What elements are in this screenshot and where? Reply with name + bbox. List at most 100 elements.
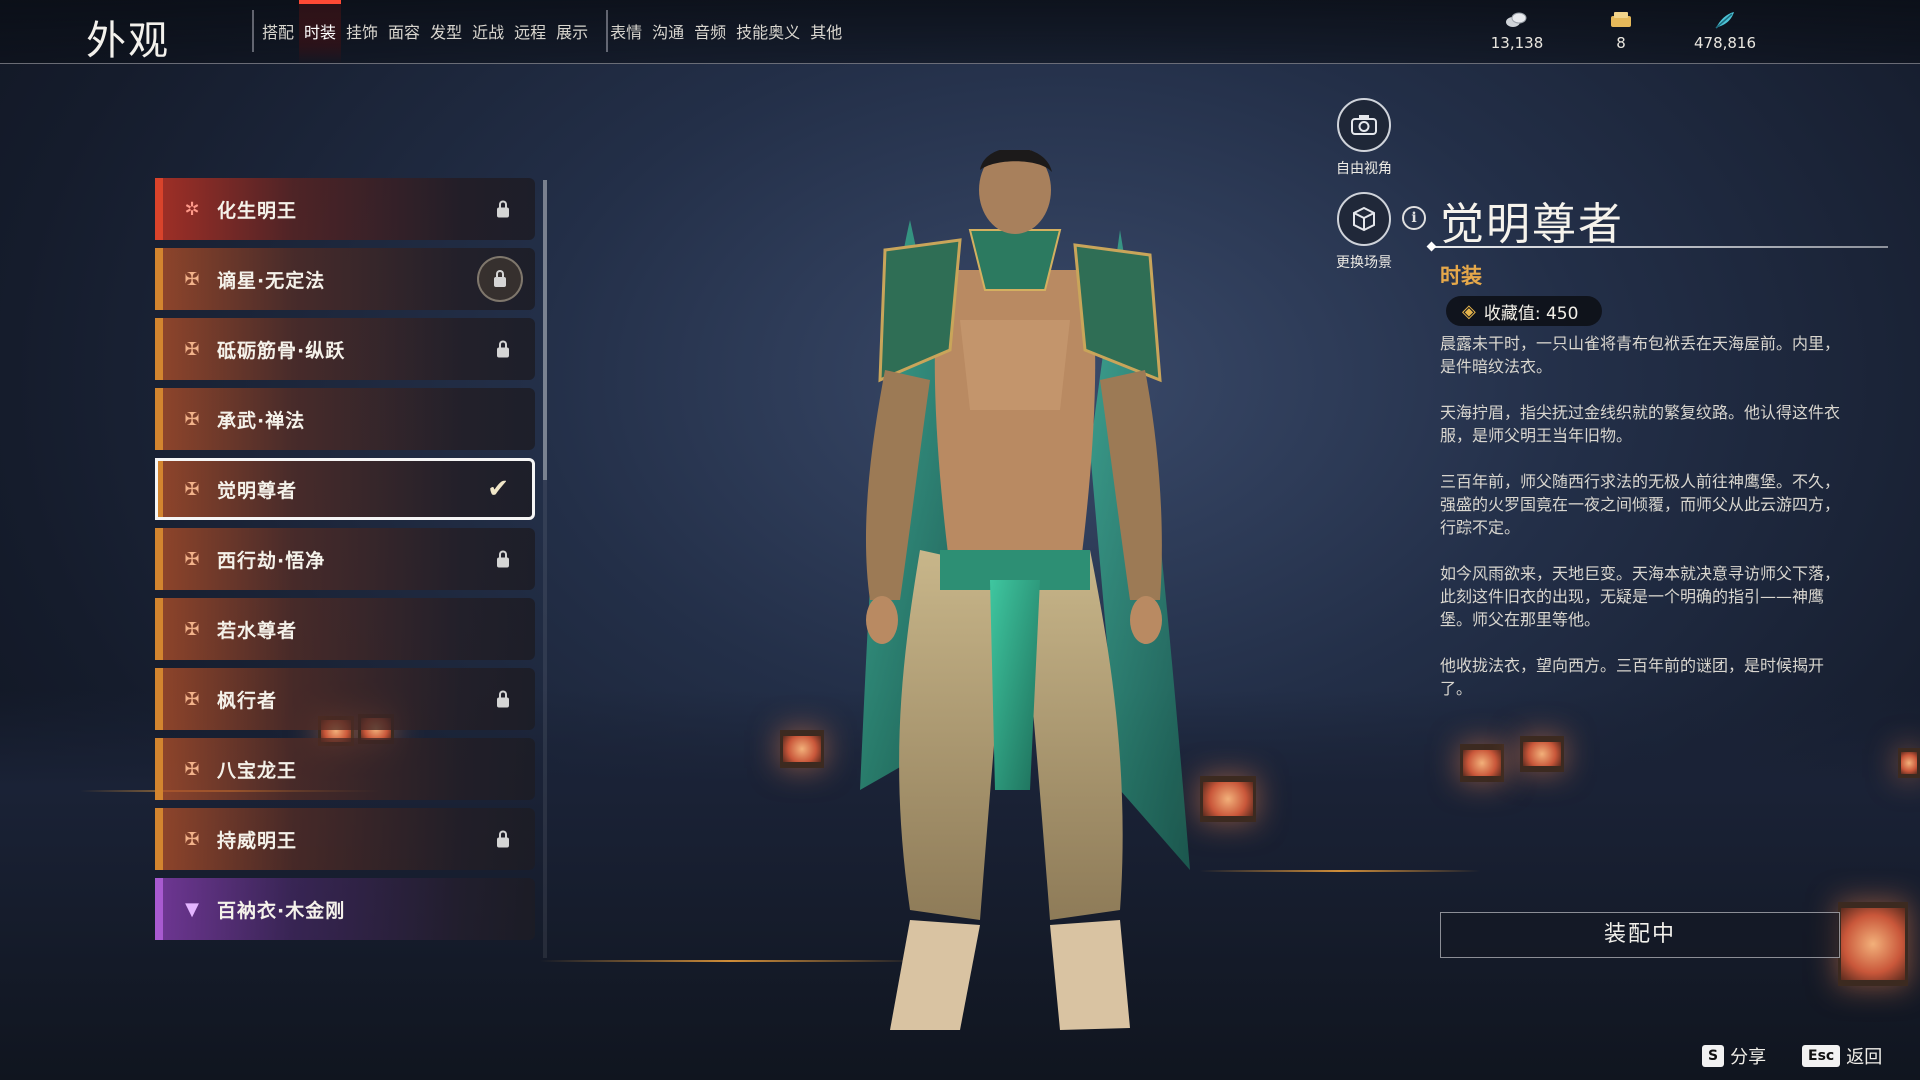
outfit-name: 承武·禅法 <box>217 409 306 432</box>
share-button[interactable]: S 分享 <box>1702 1043 1766 1069</box>
rarity-icon: ▼ <box>185 898 199 920</box>
change-scene-button[interactable]: 更换场景 <box>1314 192 1414 272</box>
lock-icon <box>497 829 509 850</box>
outfit-description: 晨露未干时，一只山雀将青布包袱丢在天海屋前。内里，是件暗纹法衣。 天海拧眉，指尖… <box>1440 332 1840 723</box>
tab-melee[interactable]: 近战 <box>467 0 509 64</box>
currency-coins: 13,138 <box>1482 10 1552 52</box>
lock-icon <box>497 689 509 710</box>
coin-stack-icon <box>1482 10 1552 32</box>
outfit-type: 时装 <box>1440 264 1482 288</box>
rarity-icon: ✠ <box>184 618 200 640</box>
rarity-icon: ✠ <box>184 268 200 290</box>
currency-tickets: 8 <box>1586 10 1656 52</box>
outfit-name: 持威明王 <box>217 829 298 852</box>
rarity-icon: ✠ <box>184 548 200 570</box>
collection-value: 收藏值: 450 <box>1483 303 1579 324</box>
rarity-icon: ✠ <box>184 338 200 360</box>
description-paragraph: 三百年前，师父随西行求法的无极人前往神鹰堡。不久，强盛的火罗国竟在一夜之间倾覆，… <box>1440 472 1841 537</box>
tab-emotes[interactable]: 表情 <box>605 0 647 64</box>
tab-divider <box>252 10 254 52</box>
category-tabs: 搭配 时装 挂饰 面容 发型 近战 远程 展示 表情 沟通 音频 技能奥义 其他 <box>257 0 847 64</box>
page-title: 外观 <box>86 18 170 64</box>
tab-communication[interactable]: 沟通 <box>647 0 689 64</box>
title-divider-dot <box>1426 241 1437 252</box>
description-paragraph: 他收拢法衣，望向西方。三百年前的谜团，是时候揭开了。 <box>1440 656 1825 698</box>
outfit-item[interactable]: ✠ 枫行者 <box>155 668 535 730</box>
ground-glow <box>1200 870 1480 872</box>
change-scene-label: 更换场景 <box>1336 255 1392 271</box>
equip-button[interactable]: 装配中 <box>1440 912 1840 958</box>
outfit-item[interactable]: ▼ 百衲衣·木金刚 <box>155 878 535 940</box>
lock-icon <box>497 199 509 220</box>
outfit-item[interactable]: ✠ 谪星·无定法 <box>155 248 535 310</box>
lantern <box>1898 748 1920 778</box>
ticket-icon <box>1586 10 1656 32</box>
camera-icon <box>1337 98 1391 152</box>
lock-icon <box>477 256 523 302</box>
collection-icon: ◈ <box>1462 300 1476 322</box>
check-icon: ✔ <box>487 474 509 504</box>
rarity-icon: ✠ <box>184 758 200 780</box>
lantern <box>1460 744 1504 782</box>
outfit-item[interactable]: ✠ 砥砺筋骨·纵跃 <box>155 318 535 380</box>
tab-divider <box>606 10 608 52</box>
outfit-name: 百衲衣·木金刚 <box>217 899 346 922</box>
currency-value: 13,138 <box>1490 34 1544 52</box>
lock-icon <box>497 339 509 360</box>
description-paragraph: 晨露未干时，一只山雀将青布包袱丢在天海屋前。内里，是件暗纹法衣。 <box>1440 334 1841 376</box>
outfit-item[interactable]: ✠ 持威明王 <box>155 808 535 870</box>
share-key-hint: S <box>1702 1045 1725 1067</box>
outfit-item[interactable]: ✠ 若水尊者 <box>155 598 535 660</box>
outfit-item[interactable]: ✠ 西行劫·悟净 <box>155 528 535 590</box>
back-key-hint: Esc <box>1802 1045 1841 1067</box>
outfit-item[interactable]: ✲ 化生明王 <box>155 178 535 240</box>
cube-icon <box>1337 192 1391 246</box>
feather-icon <box>1690 10 1760 32</box>
tab-accessories[interactable]: 挂饰 <box>341 0 383 64</box>
description-paragraph: 天海拧眉，指尖抚过金线织就的繁复纹路。他认得这件衣服，是师父明王当年旧物。 <box>1440 403 1841 445</box>
rarity-icon: ✠ <box>184 478 200 500</box>
tab-display[interactable]: 展示 <box>551 0 593 64</box>
tab-ranged[interactable]: 远程 <box>509 0 551 64</box>
outfit-name: 枫行者 <box>217 689 278 712</box>
description-paragraph: 如今风雨欲来，天地巨变。天海本就决意寻访师父下落，此刻这件旧衣的出现，无疑是一个… <box>1440 564 1841 629</box>
list-scrollbar[interactable] <box>543 180 547 480</box>
tab-hairstyle[interactable]: 发型 <box>425 0 467 64</box>
rarity-icon: ✠ <box>184 828 200 850</box>
title-divider <box>1432 246 1888 248</box>
outfit-name: 觉明尊者 <box>217 479 298 502</box>
currency-feathers: 478,816 <box>1690 10 1760 52</box>
collection-value-badge: ◈ 收藏值: 450 <box>1446 296 1603 326</box>
currency-bar: 13,138 8 478,816 <box>1482 10 1760 52</box>
tab-skill-ultimate[interactable]: 技能奥义 <box>731 0 805 64</box>
tab-outfit-sets[interactable]: 搭配 <box>257 0 299 64</box>
tab-face[interactable]: 面容 <box>383 0 425 64</box>
free-camera-label: 自由视角 <box>1336 161 1392 177</box>
rarity-icon: ✠ <box>184 688 200 710</box>
outfit-name: 八宝龙王 <box>217 759 298 782</box>
lantern <box>1520 736 1564 772</box>
outfit-name: 若水尊者 <box>217 619 298 642</box>
tab-other[interactable]: 其他 <box>805 0 847 64</box>
tab-audio[interactable]: 音频 <box>689 0 731 64</box>
outfit-title: 觉明尊者 <box>1440 199 1624 250</box>
currency-value: 478,816 <box>1693 34 1757 52</box>
outfit-list: ✲ 化生明王 ✠ 谪星·无定法 ✠ 砥砺筋骨·纵跃 ✠ 承武·禅法 ✠ 觉明尊者… <box>155 178 535 958</box>
back-button[interactable]: Esc 返回 <box>1802 1043 1882 1069</box>
outfit-item[interactable]: ✠ 承武·禅法 <box>155 388 535 450</box>
free-camera-button[interactable]: 自由视角 <box>1314 98 1414 178</box>
tab-fashion[interactable]: 时装 <box>299 0 342 64</box>
outfit-item-selected[interactable]: ✠ 觉明尊者 ✔ <box>155 458 535 520</box>
share-label: 分享 <box>1730 1047 1767 1068</box>
outfit-name: 砥砺筋骨·纵跃 <box>217 339 346 362</box>
top-bar: 外观 搭配 时装 挂饰 面容 发型 近战 远程 展示 表情 沟通 音频 技能奥义… <box>0 0 1920 64</box>
outfit-name: 化生明王 <box>217 199 298 222</box>
info-icon[interactable]: i <box>1402 206 1426 230</box>
currency-value: 8 <box>1616 34 1626 52</box>
back-label: 返回 <box>1846 1047 1883 1068</box>
outfit-name: 谪星·无定法 <box>217 269 326 292</box>
character-model[interactable] <box>790 150 1230 1050</box>
lock-icon <box>497 549 509 570</box>
outfit-item[interactable]: ✠ 八宝龙王 <box>155 738 535 800</box>
outfit-name: 西行劫·悟净 <box>217 549 326 572</box>
